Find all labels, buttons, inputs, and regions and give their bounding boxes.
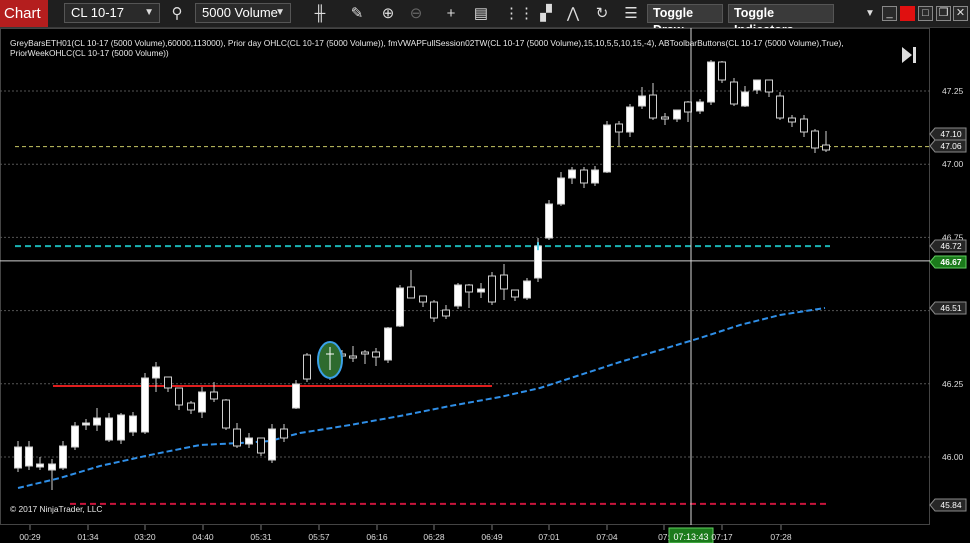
time-tick-label: 05:31	[250, 532, 272, 542]
candle-body	[500, 274, 508, 290]
candle-body	[59, 445, 67, 469]
candle-body	[430, 301, 438, 319]
candle-body	[407, 286, 415, 299]
candle-body	[753, 79, 761, 91]
crosshair-time-label: 07:13:43	[673, 532, 708, 542]
candle-body	[280, 428, 288, 439]
candle-body	[292, 383, 300, 409]
time-tick-label: 07:28	[770, 532, 792, 542]
candle-body	[82, 422, 90, 426]
candle-body	[36, 463, 44, 468]
price-marker-label: 46.51	[940, 303, 962, 313]
candle-body	[210, 391, 218, 400]
vwap-line	[17, 307, 826, 489]
candle-body	[372, 351, 380, 358]
candle-body	[71, 425, 79, 448]
time-tick-label: 05:57	[308, 532, 330, 542]
time-tick-label: 07:01	[538, 532, 560, 542]
candle-body	[454, 284, 462, 307]
time-tick-label: 07:04	[596, 532, 618, 542]
candle-body	[811, 130, 819, 149]
candle-body	[788, 117, 796, 123]
candle-body	[268, 428, 276, 461]
candle-body	[187, 402, 195, 411]
candle-body	[523, 280, 531, 299]
candle-body	[615, 123, 623, 133]
candle-body	[488, 275, 496, 303]
price-tick-label: 47.25	[942, 86, 964, 96]
candle-body	[534, 245, 542, 279]
time-tick-label: 03:20	[134, 532, 156, 542]
candle-body	[649, 94, 657, 119]
candle-body	[233, 428, 241, 447]
time-tick-label: 06:49	[481, 532, 503, 542]
candle-body	[303, 354, 311, 380]
candle-body	[673, 109, 681, 120]
price-marker-label: 45.84	[940, 500, 962, 510]
candle-body	[707, 61, 715, 103]
time-tick-label: 07:	[658, 532, 670, 542]
candle-body	[25, 446, 33, 467]
candle-body	[257, 437, 265, 454]
candle-body	[361, 351, 369, 355]
candle-body	[568, 169, 576, 179]
time-tick-label: 04:40	[192, 532, 214, 542]
time-tick-label: 07:17	[711, 532, 733, 542]
candle-body	[741, 91, 749, 107]
time-tick-label: 00:29	[19, 532, 41, 542]
candle-body	[93, 417, 101, 426]
candle-body	[477, 288, 485, 293]
candle-body	[129, 415, 137, 433]
candle-body	[117, 414, 125, 441]
candle-body	[557, 177, 565, 205]
candle-body	[696, 101, 704, 112]
candle-body	[396, 287, 404, 327]
price-tick-label: 46.00	[942, 452, 964, 462]
candle-body	[384, 327, 392, 361]
candle-body	[776, 95, 784, 119]
candle-body	[419, 295, 427, 303]
candle-body	[222, 399, 230, 429]
price-chart: 07:13:43 47.2547.0046.7546.5046.2546.000…	[0, 28, 967, 543]
candle-body	[545, 203, 553, 239]
price-tick-label: 46.25	[942, 379, 964, 389]
price-marker-label: 47.10	[940, 129, 962, 139]
time-tick-label: 06:28	[423, 532, 445, 542]
time-tick-label: 01:34	[77, 532, 99, 542]
candle-body	[661, 116, 669, 120]
candle-body	[48, 463, 56, 471]
indicator-legend: GreyBarsETH01(CL 10-17 (5000 Volume),600…	[10, 38, 844, 58]
candle-body	[684, 101, 692, 113]
candle-body	[580, 169, 588, 184]
candle-body	[591, 169, 599, 184]
candle-body	[442, 309, 450, 317]
candle-body	[164, 376, 172, 389]
copyright-text: © 2017 NinjaTrader, LLC	[10, 504, 103, 514]
candle-body	[730, 81, 738, 105]
candle-body	[349, 355, 357, 359]
candle-body	[175, 387, 183, 406]
price-marker-label: 46.72	[940, 241, 962, 251]
candle-body	[822, 144, 830, 151]
candle-body	[638, 95, 646, 107]
play-icon[interactable]	[900, 44, 918, 66]
candle-body	[141, 377, 149, 433]
candle-body	[198, 391, 206, 413]
candle-body	[245, 437, 253, 445]
candle-body	[800, 118, 808, 133]
candle-body	[152, 366, 160, 379]
price-marker-label: 47.06	[940, 141, 962, 151]
time-tick-label: 06:16	[366, 532, 388, 542]
candle-body	[465, 284, 473, 293]
candle-body	[603, 124, 611, 173]
candle-body	[718, 61, 726, 81]
candle-body	[765, 79, 773, 93]
price-marker-label: 46.67	[940, 257, 962, 267]
candle-body	[105, 417, 113, 441]
price-tick-label: 47.00	[942, 159, 964, 169]
candle-body	[511, 289, 519, 298]
candle-body	[14, 446, 22, 469]
candle-body	[626, 106, 634, 133]
